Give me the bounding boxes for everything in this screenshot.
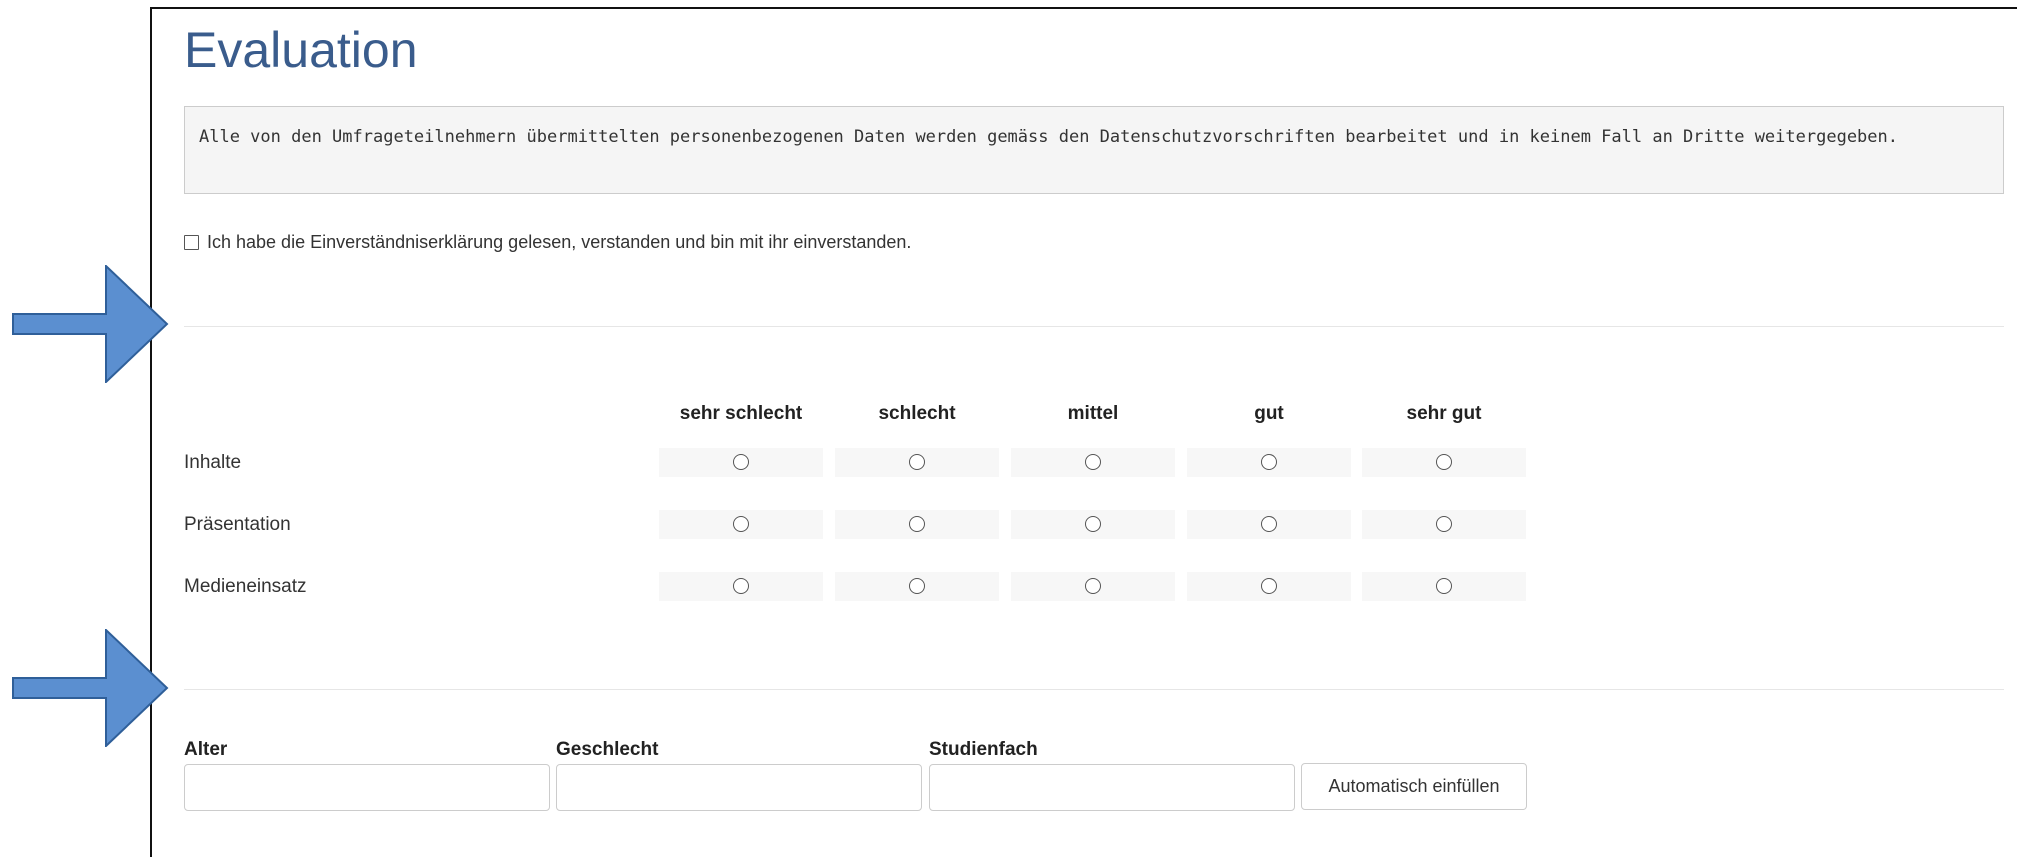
radio-medieneinsatz-gut[interactable] bbox=[1261, 577, 1277, 594]
geschlecht-label: Geschlecht bbox=[556, 739, 659, 760]
radio-inhalte-gut[interactable] bbox=[1261, 453, 1277, 470]
rating-cell[interactable] bbox=[1187, 510, 1351, 539]
row-label-medieneinsatz: Medieneinsatz bbox=[184, 576, 307, 597]
privacy-notice: Alle von den Umfrageteilnehmern übermitt… bbox=[184, 106, 2004, 194]
page-title: Evaluation bbox=[184, 22, 418, 78]
row-label-inhalte: Inhalte bbox=[184, 452, 242, 473]
radio-inhalte-schlecht[interactable] bbox=[909, 453, 925, 470]
studienfach-label: Studienfach bbox=[929, 739, 1038, 760]
rating-cell[interactable] bbox=[1187, 572, 1351, 601]
radio-medieneinsatz-sehr-gut[interactable] bbox=[1436, 577, 1452, 594]
rating-cell[interactable] bbox=[835, 510, 999, 539]
alter-input[interactable] bbox=[184, 764, 550, 811]
radio-medieneinsatz-schlecht[interactable] bbox=[909, 577, 925, 594]
column-header-gut: gut bbox=[1254, 403, 1284, 424]
rating-cell[interactable] bbox=[659, 448, 823, 477]
autofill-button[interactable]: Automatisch einfüllen bbox=[1301, 763, 1527, 810]
rating-cell[interactable] bbox=[835, 448, 999, 477]
right-arrow-icon bbox=[12, 265, 169, 383]
radio-praesentation-mittel[interactable] bbox=[1085, 515, 1101, 532]
column-header-sehr-gut: sehr gut bbox=[1406, 403, 1482, 424]
rating-cell[interactable] bbox=[835, 572, 999, 601]
rating-cell[interactable] bbox=[1362, 572, 1526, 601]
studienfach-input[interactable] bbox=[929, 764, 1295, 811]
consent-row[interactable]: Ich habe die Einverständniserklärung gel… bbox=[184, 232, 911, 253]
right-arrow-icon bbox=[12, 629, 169, 747]
radio-medieneinsatz-sehr-schlecht[interactable] bbox=[733, 577, 749, 594]
column-header-schlecht: schlecht bbox=[878, 403, 956, 424]
radio-praesentation-gut[interactable] bbox=[1261, 515, 1277, 532]
rating-cell[interactable] bbox=[1362, 510, 1526, 539]
column-header-mittel: mittel bbox=[1067, 403, 1119, 424]
radio-praesentation-schlecht[interactable] bbox=[909, 515, 925, 532]
radio-inhalte-sehr-schlecht[interactable] bbox=[733, 453, 749, 470]
radio-praesentation-sehr-schlecht[interactable] bbox=[733, 515, 749, 532]
divider bbox=[184, 326, 2004, 327]
radio-praesentation-sehr-gut[interactable] bbox=[1436, 515, 1452, 532]
alter-label: Alter bbox=[184, 739, 228, 760]
rating-cell[interactable] bbox=[659, 510, 823, 539]
column-header-sehr-schlecht: sehr schlecht bbox=[679, 403, 803, 424]
radio-inhalte-mittel[interactable] bbox=[1085, 453, 1101, 470]
radio-inhalte-sehr-gut[interactable] bbox=[1436, 453, 1452, 470]
rating-cell[interactable] bbox=[659, 572, 823, 601]
radio-medieneinsatz-mittel[interactable] bbox=[1085, 577, 1101, 594]
rating-cell[interactable] bbox=[1011, 510, 1175, 539]
rating-cell[interactable] bbox=[1011, 572, 1175, 601]
consent-label: Ich habe die Einverständniserklärung gel… bbox=[207, 232, 912, 252]
rating-cell[interactable] bbox=[1187, 448, 1351, 477]
row-label-praesentation: Präsentation bbox=[184, 514, 291, 535]
divider bbox=[184, 689, 2004, 690]
rating-cell[interactable] bbox=[1362, 448, 1526, 477]
consent-checkbox[interactable] bbox=[184, 235, 199, 250]
geschlecht-input[interactable] bbox=[556, 764, 922, 811]
rating-cell[interactable] bbox=[1011, 448, 1175, 477]
